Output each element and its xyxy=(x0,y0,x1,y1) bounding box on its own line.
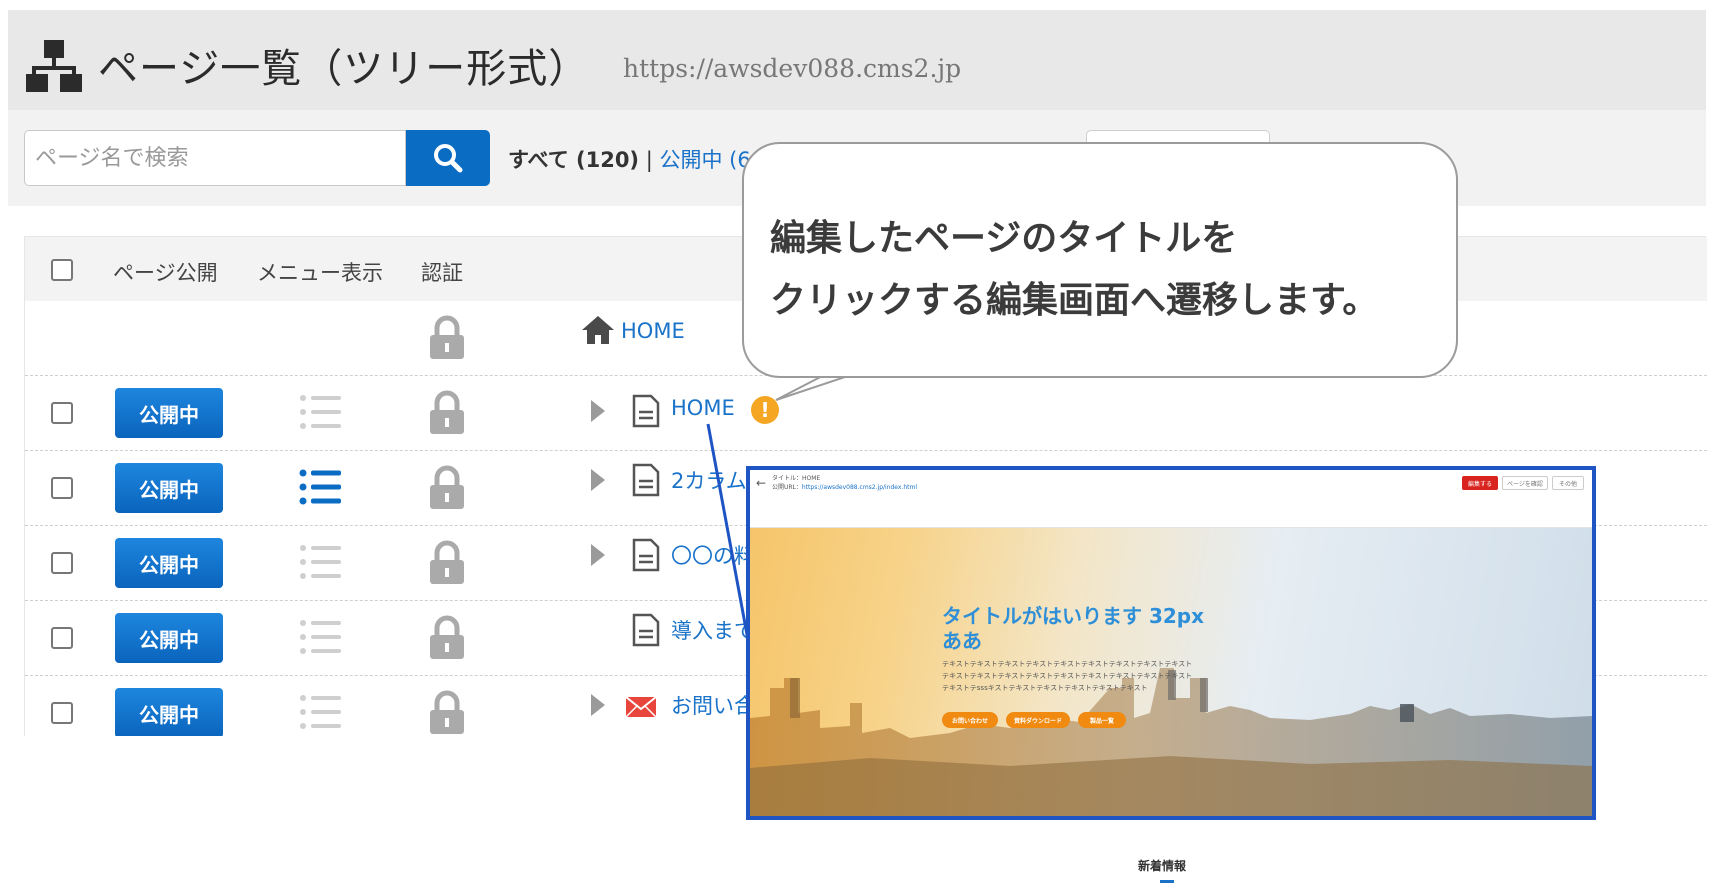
preview-hero-body-line-1: テキストテキストテキストテキストテキストテキストテキストテキストテキスト xyxy=(942,660,1193,668)
callout-bubble: 編集したページのタイトルを クリックする編集画面へ遷移します。 xyxy=(742,142,1458,378)
preview-hero-body-line-2: テキストテキストテキストテキストテキストテキストテキストテキストテキスト xyxy=(942,672,1193,680)
preview-hero-title-line-1: タイトルがはいります 32px xyxy=(942,604,1205,628)
preview-meta-url[interactable]: https://awsdev088.cms2.jp/index.html xyxy=(802,484,917,491)
preview-view-button[interactable]: ページを確認 xyxy=(1502,476,1548,490)
callout-line-2: クリックする編集画面へ遷移します。 xyxy=(770,280,1379,321)
preview-toolbar: ← タイトル：HOME 公開URL：https://awsdev088.cms2… xyxy=(750,470,1592,528)
callout-line-1: 編集したページのタイトルを xyxy=(770,218,1238,259)
preview-meta-title: タイトル：HOME xyxy=(772,475,821,482)
stage: ページ一覧（ツリー形式） https://awsdev088.cms2.jp す… xyxy=(0,0,1714,893)
edit-screen-preview: ← タイトル：HOME 公開URL：https://awsdev088.cms2… xyxy=(746,466,1596,820)
preview-cta-contact[interactable]: お問い合わせ xyxy=(942,712,998,728)
preview-meta: タイトル：HOME 公開URL：https://awsdev088.cms2.j… xyxy=(772,474,917,492)
preview-edit-button[interactable]: 編集する xyxy=(1462,476,1498,490)
news-underline xyxy=(1160,880,1174,883)
preview-meta-url-label: 公開URL： xyxy=(772,484,802,491)
preview-other-button[interactable]: その他 xyxy=(1552,476,1584,490)
callout-text: 編集したページのタイトルを クリックする編集画面へ遷移します。 xyxy=(770,208,1378,332)
back-arrow-icon[interactable]: ← xyxy=(756,476,766,490)
preview-cta-products[interactable]: 製品一覧 xyxy=(1078,712,1126,728)
preview-hero-title: タイトルがはいります 32px ああ xyxy=(942,604,1204,654)
preview-hero-body-line-3: テキストテsssキストテキストテキストテキストテキストテキスト xyxy=(942,684,1148,692)
preview-cta-download[interactable]: 資料ダウンロード xyxy=(1006,712,1070,728)
preview-hero: タイトルがはいります 32px ああ テキストテキストテキストテキストテキストテ… xyxy=(750,528,1592,816)
news-heading: 新着情報 xyxy=(1138,859,1187,873)
preview-hero-title-line-2: ああ xyxy=(942,629,982,653)
preview-hero-body: テキストテキストテキストテキストテキストテキストテキストテキストテキスト テキス… xyxy=(942,658,1192,694)
